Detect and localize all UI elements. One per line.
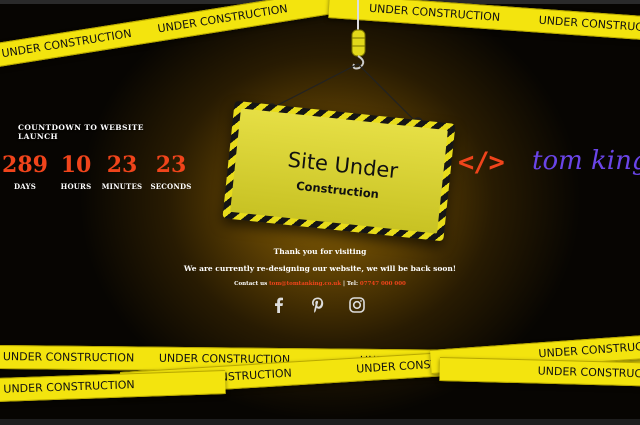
- countdown-seconds: 23 SECONDS: [146, 152, 196, 191]
- tel-label: | Tel:: [343, 281, 358, 287]
- caution-tape: UNDER CONSTRUCTION: [0, 369, 226, 402]
- countdown-label: MINUTES: [101, 182, 143, 191]
- tape-label: UNDER CONSTRUCTION: [3, 378, 135, 396]
- contact-line: Contact us tom@tomtanking.co.uk | Tel: 0…: [0, 281, 640, 287]
- countdown-minutes: 23 MINUTES: [97, 152, 147, 191]
- construction-page: UNDER CONSTRUCTION UNDER CONSTRUCTION UN…: [0, 0, 640, 425]
- sign-subtitle: Construction: [295, 178, 380, 202]
- phone-link[interactable]: 07747 000 000: [360, 281, 406, 287]
- instagram-icon[interactable]: [348, 296, 366, 314]
- countdown-days: 289 DAYS: [0, 152, 50, 191]
- construction-sign: Site Under Construction: [222, 100, 456, 242]
- countdown-value: 23: [106, 152, 138, 178]
- facebook-icon[interactable]: [270, 296, 288, 314]
- brand-logo[interactable]: tom king: [532, 146, 640, 176]
- countdown-value: 23: [155, 152, 187, 178]
- tape-label: UNDER CONSTRUCTION: [2, 350, 135, 365]
- contact-prefix: Contact us: [234, 281, 268, 287]
- bottom-border: [0, 419, 640, 425]
- code-icon: </>: [458, 147, 505, 178]
- thanks-message: Thank you for visiting: [273, 247, 367, 256]
- countdown-label: HOURS: [60, 182, 92, 191]
- redesign-message: We are currently re-designing our websit…: [183, 264, 457, 273]
- countdown-value: 10: [60, 152, 92, 178]
- pinterest-icon[interactable]: [309, 296, 327, 314]
- tape-label: UNDER CONSTRUCTION: [538, 338, 640, 361]
- tape-label: UNDER CONSTRUCTION: [0, 26, 133, 61]
- countdown-label: SECONDS: [150, 182, 192, 191]
- tape-label: UNDER CONSTRUCTION: [538, 13, 640, 36]
- countdown-hours: 10 HOURS: [51, 152, 101, 191]
- sign-title: Site Under: [286, 147, 400, 184]
- tape-label: UNDER CONSTRUCTION: [537, 364, 640, 381]
- caution-tape: UNDER CONSTRUCTION: [439, 357, 640, 387]
- email-link[interactable]: tom@tomtanking.co.uk: [269, 281, 341, 287]
- countdown-label: DAYS: [13, 182, 36, 191]
- countdown-value: 289: [2, 152, 48, 178]
- countdown-title: COUNTDOWN TO WEBSITE LAUNCH: [18, 123, 144, 141]
